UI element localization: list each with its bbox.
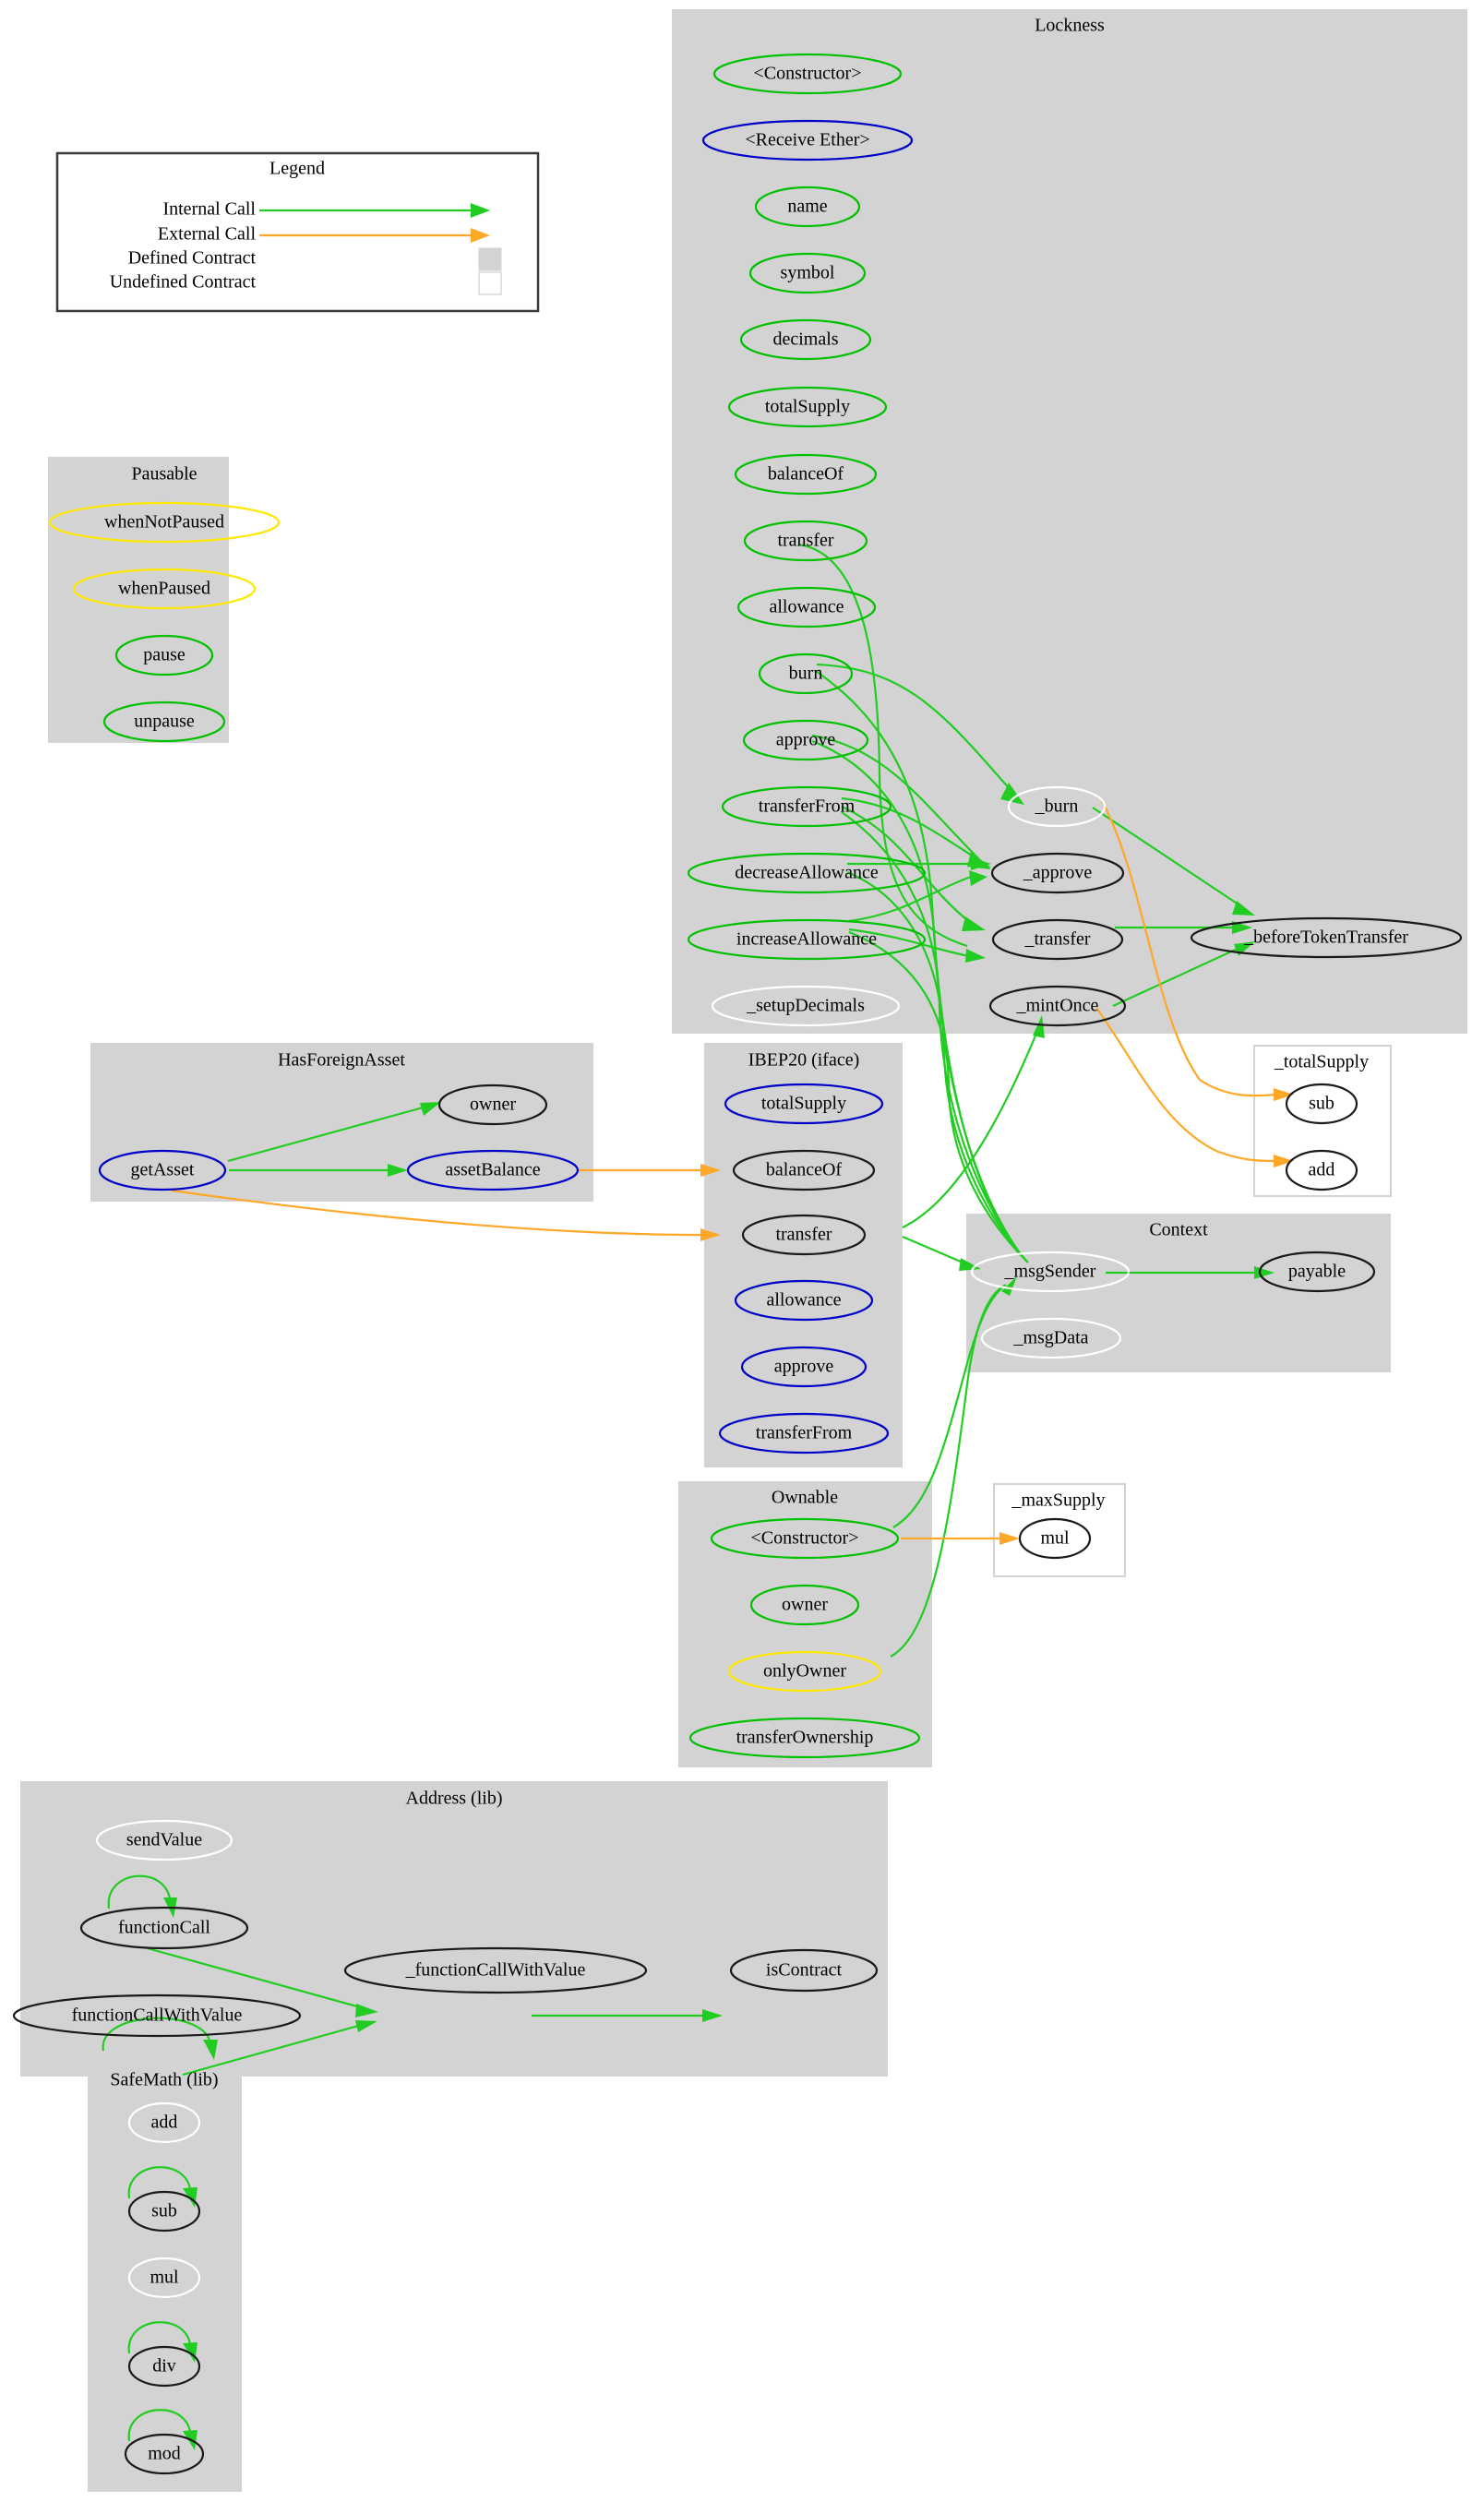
node-label: approve	[774, 1357, 834, 1377]
node-label: name	[787, 197, 827, 217]
cluster-title-totalsupply: _totalSupply	[1274, 1052, 1369, 1072]
node-label: <Receive Ether>	[745, 130, 869, 150]
node-label: sendValue	[126, 1830, 202, 1850]
edge-ibep20transfer-to-msgSender	[902, 1235, 968, 1266]
cluster-title-safemath: SafeMath (lib)	[110, 2070, 218, 2090]
node-label: totalSupply	[761, 1094, 846, 1114]
node-label: add	[151, 2113, 178, 2133]
node-label: transferOwnership	[736, 1728, 874, 1748]
cluster-title-ownable: Ownable	[772, 1488, 838, 1508]
node-label: _approve	[1023, 863, 1093, 883]
cluster-title-pausable: Pausable	[131, 464, 197, 485]
node-label: whenNotPaused	[104, 512, 224, 533]
node-label: sub	[151, 2201, 177, 2221]
node-label: mod	[148, 2444, 181, 2464]
node-label: transferFrom	[756, 1423, 853, 1443]
node-label: _msgData	[1012, 1328, 1088, 1348]
node-label: allowance	[769, 597, 844, 617]
node-label: _setupDecimals	[746, 996, 865, 1016]
node-label: decimals	[772, 329, 838, 350]
node-label: functionCallWithValue	[72, 2005, 243, 2026]
node-label: sub	[1309, 1094, 1334, 1114]
node-label: _beforeTokenTransfer	[1243, 928, 1408, 948]
node-label: payable	[1288, 1262, 1346, 1282]
legend-title: Legend	[269, 159, 325, 179]
node-label: transfer	[777, 531, 833, 551]
legend-label-undefined-contract: Undefined Contract	[110, 272, 257, 293]
node-label: pause	[143, 645, 186, 665]
node-label: getAsset	[131, 1160, 195, 1180]
call-graph-svg: Lockness Pausable HasForeignAsset IBEP20…	[12, 9, 1467, 2492]
node-label: <Constructor>	[754, 64, 862, 84]
cluster-title-hasforeignasset: HasForeignAsset	[278, 1050, 405, 1071]
node-label: approve	[776, 730, 836, 750]
node-label: whenPaused	[118, 579, 210, 599]
node-label: _burn	[1035, 796, 1079, 817]
cluster-title-maxsupply: _maxSupply	[1011, 1490, 1105, 1511]
cluster-title-lockness: Lockness	[1035, 16, 1105, 36]
node-label: onlyOwner	[763, 1661, 846, 1682]
node-label: _transfer	[1023, 929, 1090, 950]
cluster-title-ibep20: IBEP20 (iface)	[748, 1050, 860, 1071]
node-label: div	[152, 2356, 176, 2376]
node-label: mul	[150, 2268, 179, 2288]
node-label: _functionCallWithValue	[405, 1960, 586, 1981]
cluster-title-address: Address (lib)	[406, 1789, 503, 1809]
node-label: balanceOf	[768, 464, 844, 485]
legend-label-external-call: External Call	[158, 224, 257, 245]
node-label: balanceOf	[766, 1160, 843, 1180]
node-label: transferFrom	[759, 796, 856, 817]
legend-label-internal-call: Internal Call	[162, 199, 256, 220]
node-label: _msgSender	[1004, 1262, 1096, 1282]
node-label: increaseAllowance	[736, 929, 877, 950]
node-label: functionCall	[118, 1918, 210, 1938]
legend: Legend Internal Call External Call Defin…	[55, 151, 540, 313]
cluster-pausable-bg	[48, 457, 229, 743]
legend-label-defined-contract: Defined Contract	[128, 248, 257, 269]
node-label: add	[1309, 1160, 1335, 1180]
node-label: allowance	[766, 1290, 841, 1311]
node-label: _mintOnce	[1016, 996, 1099, 1016]
edge-ibep20transfer-to-mintOnce	[902, 1028, 1040, 1228]
cluster-backgrounds	[20, 9, 1467, 2492]
node-label: transfer	[775, 1225, 832, 1245]
node-label: <Constructor>	[751, 1528, 859, 1549]
node-label: totalSupply	[765, 397, 850, 417]
node-label: isContract	[766, 1960, 843, 1981]
node-label: assetBalance	[445, 1160, 540, 1180]
legend-swatch-undefined	[478, 271, 502, 295]
node-label: decreaseAllowance	[735, 863, 879, 883]
node-label: symbol	[781, 263, 835, 283]
legend-swatch-defined	[478, 247, 502, 271]
node-label: owner	[782, 1595, 828, 1615]
node-label: unpause	[134, 712, 195, 732]
node-label: burn	[789, 664, 823, 684]
diagram-canvas: Lockness Pausable HasForeignAsset IBEP20…	[0, 0, 1484, 2502]
node-label: mul	[1040, 1528, 1070, 1549]
cluster-title-context: Context	[1149, 1220, 1208, 1240]
node-label: owner	[470, 1095, 516, 1115]
